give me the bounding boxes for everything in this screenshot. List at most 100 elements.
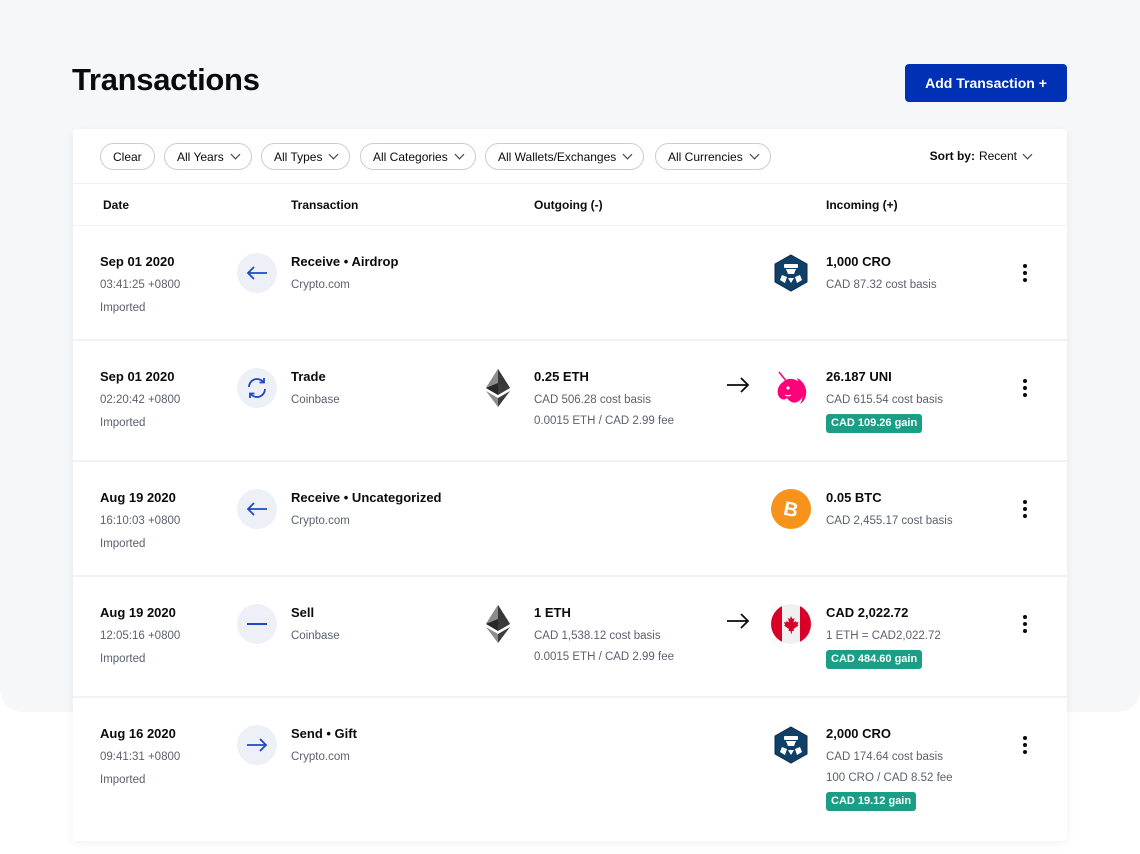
transaction-cell: Receive • Airdrop Crypto.com xyxy=(291,254,398,293)
filter-label: All Years xyxy=(177,149,224,164)
transaction-platform: Crypto.com xyxy=(291,279,350,291)
time: 02:20:42 +0800 xyxy=(100,394,181,406)
minus-icon xyxy=(237,604,277,644)
incoming-detail: 1 ETH = CAD2,022.72 xyxy=(826,630,941,642)
sort-label: Sort by: xyxy=(929,149,975,163)
table-row[interactable]: Aug 19 2020 16:10:03 +0800 Imported Receive… xyxy=(73,462,1067,577)
more-options-icon[interactable] xyxy=(1015,498,1035,520)
chevron-down-icon xyxy=(1022,149,1033,159)
date-cell: Sep 01 2020 03:41:25 +0800 Imported xyxy=(100,254,180,316)
filter-label: All Types xyxy=(274,149,323,164)
chevron-down-icon xyxy=(622,149,633,160)
filter-categories-dropdown[interactable]: All Categories xyxy=(360,143,476,170)
transaction-title: Trade xyxy=(291,369,326,384)
time: 03:41:25 +0800 xyxy=(100,279,181,291)
date-cell: Sep 01 2020 02:20:42 +0800 Imported xyxy=(100,369,180,431)
chevron-down-icon xyxy=(454,149,465,160)
date: Sep 01 2020 xyxy=(100,254,175,269)
transaction-title: Sell xyxy=(291,605,315,620)
eth-icon xyxy=(483,605,513,643)
outgoing-amount: 1 ETH xyxy=(534,605,571,620)
date: Aug 19 2020 xyxy=(100,490,176,505)
page-title: Transactions xyxy=(72,62,260,97)
filter-label: All Currencies xyxy=(668,149,743,164)
outgoing-cell: 1 ETH CAD 1,538.12 cost basis 0.0015 ETH /… xyxy=(534,605,674,665)
date-cell: Aug 16 2020 09:41:31 +0800 Imported xyxy=(100,726,180,788)
source: Imported xyxy=(100,302,146,314)
arrow-right-icon xyxy=(725,375,751,395)
column-header-date[interactable]: Date xyxy=(103,198,129,212)
swap-icon xyxy=(237,368,277,408)
sort-value: Recent xyxy=(978,149,1017,163)
filter-label: All Wallets/Exchanges xyxy=(498,149,617,164)
date: Aug 19 2020 xyxy=(100,605,176,620)
incoming-amount: 1,000 CRO xyxy=(826,254,892,269)
transaction-cell: Send • Gift Crypto.com xyxy=(291,726,357,765)
outgoing-cost-basis: CAD 1,538.12 cost basis xyxy=(534,630,661,642)
time: 12:05:16 +0800 xyxy=(100,630,181,642)
add-transaction-button[interactable]: Add Transaction + xyxy=(905,64,1067,102)
transaction-platform: Crypto.com xyxy=(291,515,350,527)
column-header-outgoing[interactable]: Outgoing (-) xyxy=(534,198,603,212)
outgoing-amount: 0.25 ETH xyxy=(534,369,589,384)
source: Imported xyxy=(100,774,146,786)
more-options-icon[interactable] xyxy=(1015,262,1035,284)
incoming-amount: CAD 2,022.72 xyxy=(826,605,909,620)
chevron-down-icon xyxy=(230,149,241,160)
time: 16:10:03 +0800 xyxy=(100,515,181,527)
filter-bar: Clear All Years All Types All Categories… xyxy=(73,129,1067,184)
clear-filters-button[interactable]: Clear xyxy=(100,143,155,170)
table-row[interactable]: Aug 19 2020 12:05:16 +0800 Imported Sell Coi… xyxy=(73,577,1067,698)
more-options-icon[interactable] xyxy=(1015,734,1035,756)
outgoing-fee: 0.0015 ETH / CAD 2.99 fee xyxy=(534,651,674,663)
cro-icon xyxy=(771,725,811,765)
transactions-card: Clear All Years All Types All Categories… xyxy=(73,129,1067,841)
source: Imported xyxy=(100,417,146,429)
incoming-amount: 26.187 UNI xyxy=(826,369,892,384)
filter-years-dropdown[interactable]: All Years xyxy=(164,143,252,170)
incoming-detail: CAD 87.32 cost basis xyxy=(826,279,937,291)
btc-icon: B xyxy=(771,489,811,529)
clear-label: Clear xyxy=(113,149,142,164)
filter-currencies-dropdown[interactable]: All Currencies xyxy=(655,143,771,170)
sort-dropdown[interactable]: Sort by: Recent xyxy=(929,149,1033,163)
incoming-cell: 1,000 CRO CAD 87.32 cost basis xyxy=(826,254,937,293)
cro-icon xyxy=(771,253,811,293)
source: Imported xyxy=(100,653,146,665)
arrow-right-icon xyxy=(725,611,751,631)
filter-label: All Categories xyxy=(373,149,448,164)
date-cell: Aug 19 2020 12:05:16 +0800 Imported xyxy=(100,605,180,667)
chevron-down-icon xyxy=(329,149,339,160)
incoming-cell: 26.187 UNI CAD 615.54 cost basis CAD 109.2… xyxy=(826,369,943,433)
arrow-left-icon xyxy=(237,253,277,293)
more-options-icon[interactable] xyxy=(1015,613,1035,635)
filter-types-dropdown[interactable]: All Types xyxy=(261,143,351,170)
time: 09:41:31 +0800 xyxy=(100,751,181,763)
column-header-transaction[interactable]: Transaction xyxy=(291,198,358,212)
filter-wallets-dropdown[interactable]: All Wallets/Exchanges xyxy=(485,143,645,170)
incoming-detail: CAD 174.64 cost basis xyxy=(826,751,943,763)
incoming-fee: 100 CRO / CAD 8.52 fee xyxy=(826,772,953,784)
gain-badge: CAD 484.60 gain xyxy=(826,650,923,669)
gain-badge: CAD 109.26 gain xyxy=(826,414,923,433)
incoming-detail: CAD 615.54 cost basis xyxy=(826,394,943,406)
outgoing-fee: 0.0015 ETH / CAD 2.99 fee xyxy=(534,415,674,427)
table-row[interactable]: Sep 01 2020 03:41:25 +0800 Imported Receive… xyxy=(73,226,1067,341)
chevron-down-icon xyxy=(749,149,760,160)
table-row[interactable]: Sep 01 2020 02:20:42 +0800 Imported Trade Co… xyxy=(73,341,1067,462)
transaction-cell: Trade Coinbase xyxy=(291,369,340,408)
date: Sep 01 2020 xyxy=(100,369,175,384)
source: Imported xyxy=(100,538,146,550)
more-options-icon[interactable] xyxy=(1015,377,1035,399)
outgoing-cost-basis: CAD 506.28 cost basis xyxy=(534,394,651,406)
column-header-incoming[interactable]: Incoming (+) xyxy=(826,198,898,212)
incoming-amount: 2,000 CRO xyxy=(826,726,892,741)
transaction-title: Receive • Uncategorized xyxy=(291,490,442,505)
transaction-cell: Sell Coinbase xyxy=(291,605,340,644)
transaction-title: Receive • Airdrop xyxy=(291,254,399,269)
transaction-platform: Crypto.com xyxy=(291,751,350,763)
gain-badge: CAD 19.12 gain xyxy=(826,792,917,811)
transaction-cell: Receive • Uncategorized Crypto.com xyxy=(291,490,442,529)
uni-icon xyxy=(771,368,811,408)
table-row[interactable]: Aug 16 2020 09:41:31 +0800 Imported Send • … xyxy=(73,698,1067,840)
